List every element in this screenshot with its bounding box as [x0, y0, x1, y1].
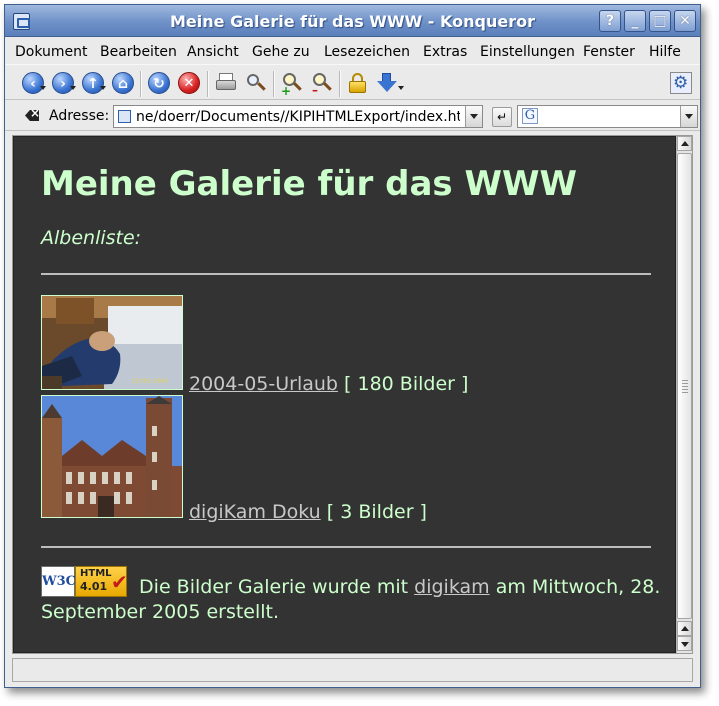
menu-lesezeichen[interactable]: Lesezeichen [324, 44, 410, 60]
close-button[interactable]: ✕ [674, 10, 696, 32]
konqueror-gear-icon[interactable]: ⚙ [670, 72, 692, 94]
menu-bar: Dokument Bearbeiten Ansicht Gehe zu Lese… [5, 38, 700, 64]
divider [41, 273, 651, 275]
minimize-button[interactable]: _ [624, 10, 646, 32]
address-history-dropdown[interactable] [465, 106, 482, 127]
location-bar: Adresse: ne/doerr/Documents//KIPIHTMLExp… [5, 101, 700, 131]
main-toolbar: ‹ › ↑ ⌂ ↻ ✕ + – ⚙ [5, 64, 700, 100]
vertical-scrollbar[interactable] [676, 136, 692, 653]
google-search-icon[interactable]: G [522, 108, 538, 124]
go-button[interactable]: ↵ [492, 107, 512, 127]
enter-arrow-icon: ↵ [496, 110, 508, 124]
menu-ansicht[interactable]: Ansicht [187, 44, 239, 60]
toolbar-separator [207, 71, 209, 97]
find-icon[interactable] [245, 72, 267, 94]
album-list-heading: Albenliste: [41, 227, 142, 249]
w3c-badge-version: 4.01 [80, 580, 108, 593]
page-title: Meine Galerie für das WWW [41, 164, 577, 204]
thumbnail-date-stamp: 25/05/2004 [131, 378, 168, 385]
web-search-input[interactable]: G [517, 105, 698, 128]
zoom-out-icon[interactable]: – [311, 72, 333, 97]
menu-gehe-zu[interactable]: Gehe zu [252, 44, 310, 60]
reload-icon[interactable]: ↻ [148, 72, 170, 94]
gallery-page: Meine Galerie für das WWW Albenliste: 25… [13, 136, 676, 653]
maximize-button[interactable]: □ [649, 10, 671, 32]
divider [41, 546, 651, 548]
address-url[interactable]: ne/doerr/Documents//KIPIHTMLExport/index… [136, 109, 460, 125]
gallery-footer: W3C HTML 4.01 ✔ Die Bilder Galerie wurde… [41, 566, 666, 625]
w3c-badge-html: HTML [80, 568, 112, 579]
scroll-down-button[interactable] [677, 636, 692, 651]
html-view: Meine Galerie für das WWW Albenliste: 25… [12, 135, 693, 654]
album-entry-urlaub: 2004-05-Urlaub [ 180 Bilder ] [189, 373, 468, 395]
status-bar [12, 658, 693, 682]
toolbar-separator [339, 71, 341, 97]
album-count: [ 180 Bilder ] [344, 373, 469, 395]
digikam-link[interactable]: digikam [414, 576, 490, 598]
forward-icon[interactable]: › [52, 72, 74, 94]
page-favicon-icon [118, 110, 131, 123]
window-title: Meine Galerie für das WWW - Konqueror [170, 12, 535, 31]
album-link-digikam-doku[interactable]: digiKam Doku [189, 501, 321, 523]
help-button[interactable]: ? [599, 10, 621, 32]
back-history-dropdown[interactable] [40, 86, 46, 90]
album-thumbnail-urlaub[interactable]: 25/05/2004 [41, 295, 183, 390]
toolbar-separator [140, 71, 142, 97]
address-input[interactable]: ne/doerr/Documents//KIPIHTMLExport/index… [113, 105, 483, 128]
home-icon[interactable]: ⌂ [112, 72, 134, 94]
toolbar-separator [273, 71, 275, 97]
menu-einstellungen[interactable]: Einstellungen [480, 44, 575, 60]
menu-hilfe[interactable]: Hilfe [649, 44, 681, 60]
search-engine-dropdown[interactable] [680, 106, 697, 127]
print-icon[interactable] [215, 72, 237, 94]
up-icon[interactable]: ↑ [82, 72, 104, 94]
menu-extras[interactable]: Extras [423, 44, 467, 60]
scroll-up-button-bottom[interactable] [677, 621, 692, 636]
download-dropdown[interactable] [398, 86, 404, 90]
download-icon[interactable] [376, 72, 398, 94]
album-count: [ 3 Bilder ] [326, 501, 427, 523]
menu-bearbeiten[interactable]: Bearbeiten [100, 44, 177, 60]
address-label: Adresse: [49, 108, 110, 124]
album-entry-digikam-doku: digiKam Doku [ 3 Bilder ] [189, 501, 427, 523]
menu-fenster[interactable]: Fenster [583, 44, 635, 60]
scrollbar-thumb[interactable] [677, 153, 692, 619]
album-link-urlaub[interactable]: 2004-05-Urlaub [189, 373, 338, 395]
title-bar[interactable]: Meine Galerie für das WWW - Konqueror ? … [5, 5, 700, 37]
zoom-in-icon[interactable]: + [281, 72, 303, 98]
up-dropdown[interactable] [100, 86, 106, 90]
back-icon[interactable]: ‹ [22, 72, 44, 94]
stop-icon[interactable]: ✕ [178, 72, 200, 94]
w3c-html-valid-icon[interactable]: W3C HTML 4.01 ✔ [41, 566, 128, 597]
forward-history-dropdown[interactable] [70, 86, 76, 90]
scroll-up-button[interactable] [677, 136, 692, 151]
scrollbar-grip [682, 380, 688, 394]
menu-dokument[interactable]: Dokument [15, 44, 88, 60]
album-thumbnail-digikam-doku[interactable] [41, 395, 183, 518]
clear-location-icon[interactable] [25, 110, 39, 121]
checkmark-icon: ✔ [111, 570, 128, 594]
lock-icon[interactable] [347, 72, 369, 94]
w3c-badge-logo: W3C [41, 566, 76, 597]
konqueror-window: Meine Galerie für das WWW - Konqueror ? … [4, 4, 701, 688]
footer-text-before: Die Bilder Galerie wurde mit [133, 576, 415, 598]
